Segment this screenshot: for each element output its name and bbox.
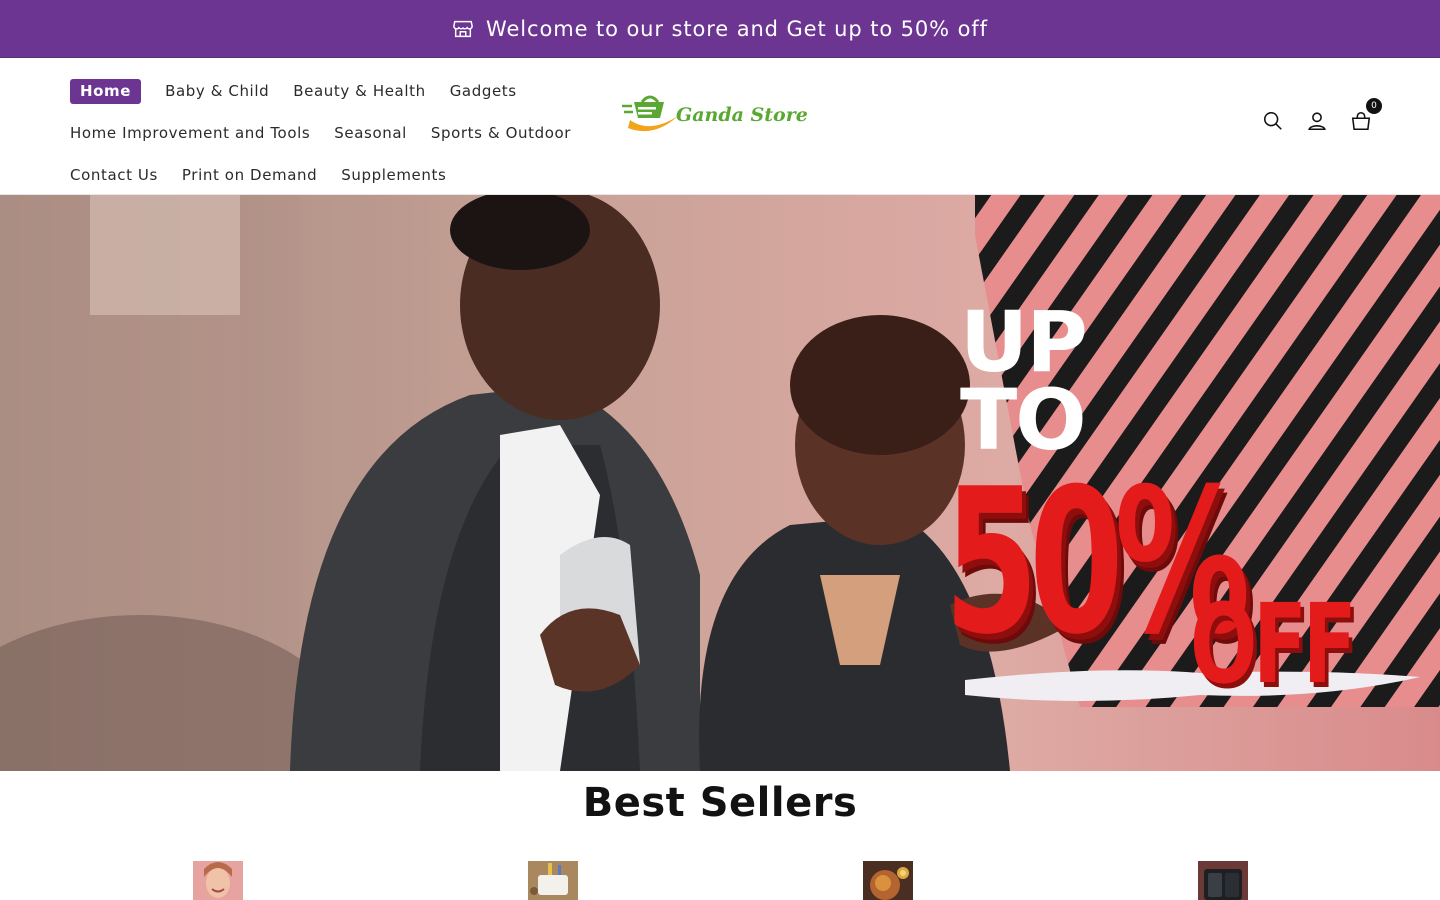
store-icon xyxy=(453,20,473,37)
promo-off: OFF xyxy=(1190,580,1357,708)
header-icons: 0 xyxy=(1262,98,1382,132)
nav-link-gadgets[interactable]: Gadgets xyxy=(450,79,517,103)
hero-banner[interactable]: UP TO 50% OFF xyxy=(0,195,1440,771)
cart-button[interactable]: 0 xyxy=(1350,98,1382,132)
nav-link-seasonal[interactable]: Seasonal xyxy=(334,121,407,145)
product-thumb-packaging[interactable] xyxy=(528,861,578,900)
nav-link-home-improvement[interactable]: Home Improvement and Tools xyxy=(70,121,310,145)
nav-link-supplements[interactable]: Supplements xyxy=(341,163,446,187)
nav-link-beauty-health[interactable]: Beauty & Health xyxy=(293,79,425,103)
site-header: Home Baby & Child Beauty & Health Gadget… xyxy=(0,58,1440,195)
nav-row: Home Baby & Child Beauty & Health Gadget… xyxy=(70,70,610,112)
phone-case-thumb xyxy=(1198,861,1248,900)
nav-link-home[interactable]: Home xyxy=(70,78,142,104)
nav-link-contact-us[interactable]: Contact Us xyxy=(70,163,158,187)
product-thumb-phone-case[interactable] xyxy=(1198,861,1248,900)
shopping-cart-logo-icon xyxy=(622,95,678,132)
promo-line-up: UP xyxy=(960,293,1088,391)
best-sellers-grid xyxy=(0,861,1440,900)
product-thumb-food[interactable] xyxy=(863,861,913,900)
food-plate-thumb xyxy=(863,861,913,900)
store-logo-text: Ganda Store xyxy=(676,104,808,126)
best-sellers-title: Best Sellers xyxy=(582,780,858,826)
user-icon[interactable] xyxy=(1306,110,1328,132)
store-logo[interactable]: Ganda Store xyxy=(620,90,810,140)
woman-face-thumb xyxy=(193,861,243,900)
nav-link-print-on-demand[interactable]: Print on Demand xyxy=(182,163,317,187)
cart-icon xyxy=(1351,111,1371,131)
nav-row: Home Improvement and Tools Seasonal Spor… xyxy=(70,112,610,154)
product-thumb-woman-face[interactable] xyxy=(193,861,243,900)
nav-link-sports-outdoor[interactable]: Sports & Outdoor xyxy=(431,121,571,145)
cart-count-badge: 0 xyxy=(1366,98,1382,114)
nav-row: Contact Us Print on Demand Supplements xyxy=(70,154,610,196)
promo-text: UP TO 50% OFF xyxy=(944,293,1357,699)
nav-link-baby-child[interactable]: Baby & Child xyxy=(165,79,269,103)
packaging-thumb xyxy=(528,861,578,900)
search-icon[interactable] xyxy=(1262,110,1284,132)
announcement-text: Welcome to our store and Get up to 50% o… xyxy=(486,16,988,41)
main-nav: Home Baby & Child Beauty & Health Gadget… xyxy=(70,70,610,196)
announcement-bar: Welcome to our store and Get up to 50% o… xyxy=(0,0,1440,58)
